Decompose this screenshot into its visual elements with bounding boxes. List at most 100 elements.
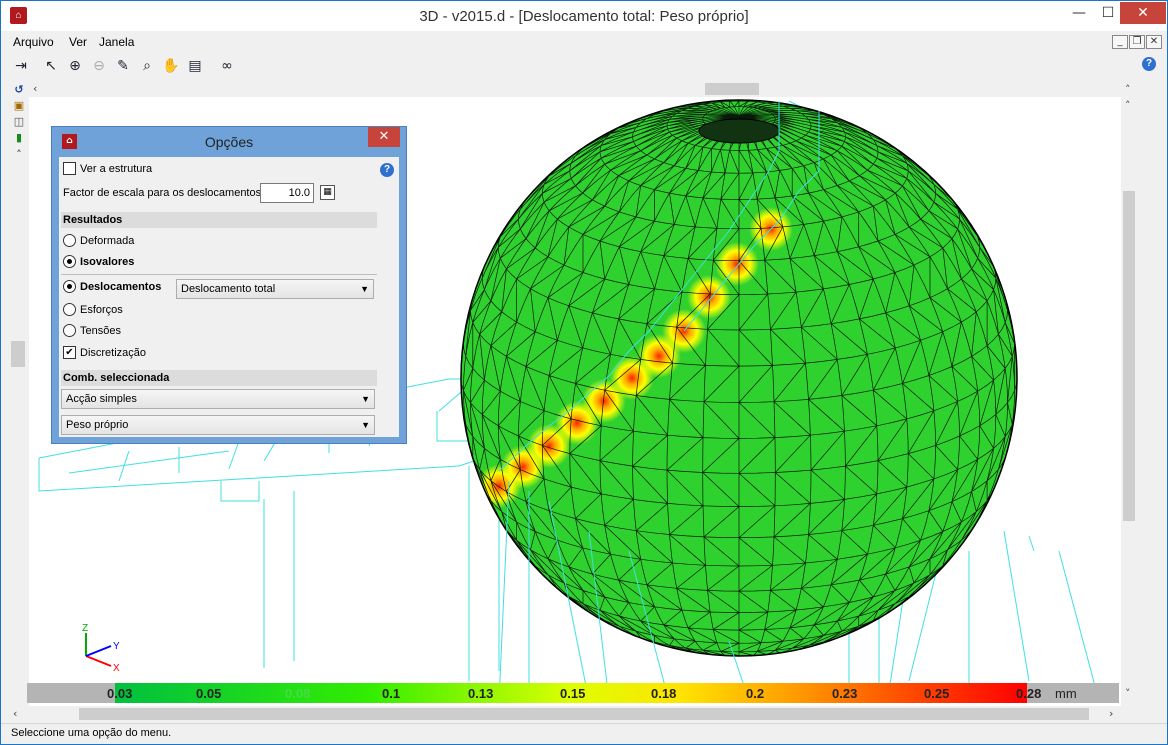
deformed-option[interactable]: Deformada	[63, 234, 134, 247]
toolbar: ⇥ ↖ ⊕ ⊖ ✎ ⌕ ✋ ▤ ∞ ?	[1, 53, 1167, 79]
show-structure-label: Ver a estrutura	[80, 162, 153, 175]
menu-ver[interactable]: Ver	[69, 35, 87, 49]
options-dialog: ⌂ Opções ✕ Ver a estrutura ? Factor de e…	[51, 126, 407, 444]
axis-x-label: X	[113, 663, 120, 674]
left-tool-strip: ↺ ▣ ◫ ▮ ˄	[9, 81, 29, 721]
dialog-help-icon[interactable]: ?	[380, 163, 394, 177]
forces-label: Esforços	[80, 303, 123, 316]
color-legend: 0.03 0.05 0.08 0.1 0.13 0.15 0.18 0.2 0.…	[27, 683, 1119, 703]
axis-y-label: Y	[113, 641, 120, 652]
scale-factor-input[interactable]: 10.0	[260, 183, 314, 203]
print-icon[interactable]: ▤	[185, 56, 205, 76]
legend-value: 0.05	[196, 686, 222, 701]
axis-z-label: Z	[82, 623, 88, 634]
stresses-label: Tensões	[80, 324, 121, 337]
legend-value: 0.08	[285, 686, 311, 701]
zoom-window-icon[interactable]: ⊕	[65, 56, 85, 76]
maximize-button[interactable]: ☐	[1093, 1, 1123, 25]
help-icon[interactable]: ?	[1142, 57, 1156, 71]
displacements-label: Deslocamentos	[80, 280, 162, 293]
select-icon[interactable]: ↖	[41, 56, 61, 76]
chevron-down-icon: ▼	[361, 394, 370, 404]
binoculars-icon[interactable]: ∞	[217, 56, 237, 76]
scroll-down-icon[interactable]: ˅	[1125, 687, 1131, 700]
dialog-title-bar[interactable]: ⌂ Opções ✕	[52, 127, 406, 157]
close-button[interactable]: ✕	[1120, 2, 1166, 24]
status-text: Seleccione uma opção do menu.	[11, 727, 172, 739]
isovalues-radio[interactable]	[63, 255, 76, 268]
chevron-up-icon[interactable]: ˄	[11, 147, 27, 162]
calculator-icon[interactable]: ▦	[320, 185, 335, 200]
zoom-icon[interactable]: ⌕	[137, 56, 157, 76]
minimize-button[interactable]: —	[1064, 1, 1094, 25]
top-scrollbar[interactable]: ‹	[29, 81, 1121, 97]
dialog-close-button[interactable]: ✕	[368, 127, 400, 147]
vertical-scroll-thumb[interactable]	[1123, 191, 1135, 521]
stresses-radio[interactable]	[63, 324, 76, 337]
pan-hand-icon[interactable]: ✋	[161, 56, 181, 76]
legend-value: 0.18	[651, 686, 677, 701]
load-case-select[interactable]: Peso próprio ▼	[61, 415, 375, 435]
mdi-minimize-button[interactable]: _	[1112, 35, 1128, 49]
bottom-scrollbar[interactable]: ‹ ›	[9, 706, 1121, 722]
divider	[61, 274, 377, 275]
bottom-scroll-thumb[interactable]	[79, 708, 1089, 720]
legend-value: 0.23	[832, 686, 858, 701]
combination-type-value: Acção simples	[66, 393, 137, 405]
rotate-icon[interactable]: ↺	[11, 82, 27, 97]
legend-value: 0.03	[107, 686, 133, 701]
scale-factor-row: Factor de escala para os deslocamentos	[63, 187, 261, 199]
combination-section-header: Comb. seleccionada	[61, 370, 377, 386]
structure-member	[1003, 530, 1030, 682]
scale-factor-label: Factor de escala para os deslocamentos	[63, 187, 262, 199]
chevron-down-icon: ▼	[361, 420, 370, 430]
combination-type-select[interactable]: Acção simples ▼	[61, 389, 375, 409]
exit-icon[interactable]: ⇥	[11, 56, 31, 76]
scroll-up-icon[interactable]: ˄	[1125, 83, 1131, 96]
stresses-option[interactable]: Tensões	[63, 324, 121, 337]
scroll-left-icon-2[interactable]: ‹	[13, 707, 17, 720]
isovalues-label: Isovalores	[80, 255, 135, 268]
mdi-restore-button[interactable]: ❐	[1129, 35, 1145, 49]
displacement-type-select[interactable]: Deslocamento total ▼	[176, 279, 374, 299]
legend-value: 0.28	[1016, 686, 1042, 701]
structure-member	[68, 450, 230, 474]
displacement-type-value: Deslocamento total	[181, 283, 276, 295]
load-case-value: Peso próprio	[66, 419, 129, 431]
displacements-option[interactable]: Deslocamentos	[63, 280, 161, 293]
forces-option[interactable]: Esforços	[63, 303, 123, 316]
window-title: 3D - v2015.d - [Deslocamento total: Peso…	[419, 8, 749, 25]
menu-arquivo[interactable]: Arquivo	[13, 35, 54, 49]
sphere-mesh	[460, 99, 1018, 657]
scroll-up-icon-2[interactable]: ˄	[1125, 99, 1131, 112]
zoom-out-icon[interactable]: ⊖	[89, 56, 109, 76]
column-icon[interactable]: ▮	[11, 130, 27, 145]
edit-icon[interactable]: ✎	[113, 56, 133, 76]
show-structure-row[interactable]: Ver a estrutura	[63, 162, 152, 175]
legend-value: 0.1	[382, 686, 401, 701]
cube-icon[interactable]: ▣	[11, 98, 27, 113]
structure-member	[1028, 535, 1035, 552]
show-structure-checkbox[interactable]	[63, 162, 76, 175]
legend-value: 0.13	[468, 686, 494, 701]
forces-radio[interactable]	[63, 303, 76, 316]
structure-member	[1058, 550, 1100, 702]
deformed-radio[interactable]	[63, 234, 76, 247]
mdi-close-button[interactable]: ✕	[1146, 35, 1162, 49]
isovalues-option[interactable]: Isovalores	[63, 255, 134, 268]
cube-stack-icon[interactable]: ◫	[11, 114, 27, 129]
displacements-radio[interactable]	[63, 280, 76, 293]
discretization-row[interactable]: ✔ Discretização	[63, 346, 146, 359]
scroll-left-icon[interactable]: ‹	[33, 82, 37, 95]
dialog-body: Ver a estrutura ? Factor de escala para …	[59, 157, 399, 437]
left-scroll-thumb[interactable]	[11, 341, 25, 367]
scroll-thumb[interactable]	[705, 83, 759, 95]
menu-janela[interactable]: Janela	[99, 35, 134, 49]
vertical-scrollbar[interactable]: ˄ ˄ ˅	[1121, 81, 1137, 706]
title-bar: ⌂ 3D - v2015.d - [Deslocamento total: Pe…	[1, 1, 1167, 31]
structure-member	[228, 440, 240, 470]
scroll-right-icon[interactable]: ›	[1109, 707, 1113, 720]
structure-member	[220, 481, 260, 502]
discretization-checkbox[interactable]: ✔	[63, 346, 76, 359]
legend-unit: mm	[1055, 686, 1077, 701]
